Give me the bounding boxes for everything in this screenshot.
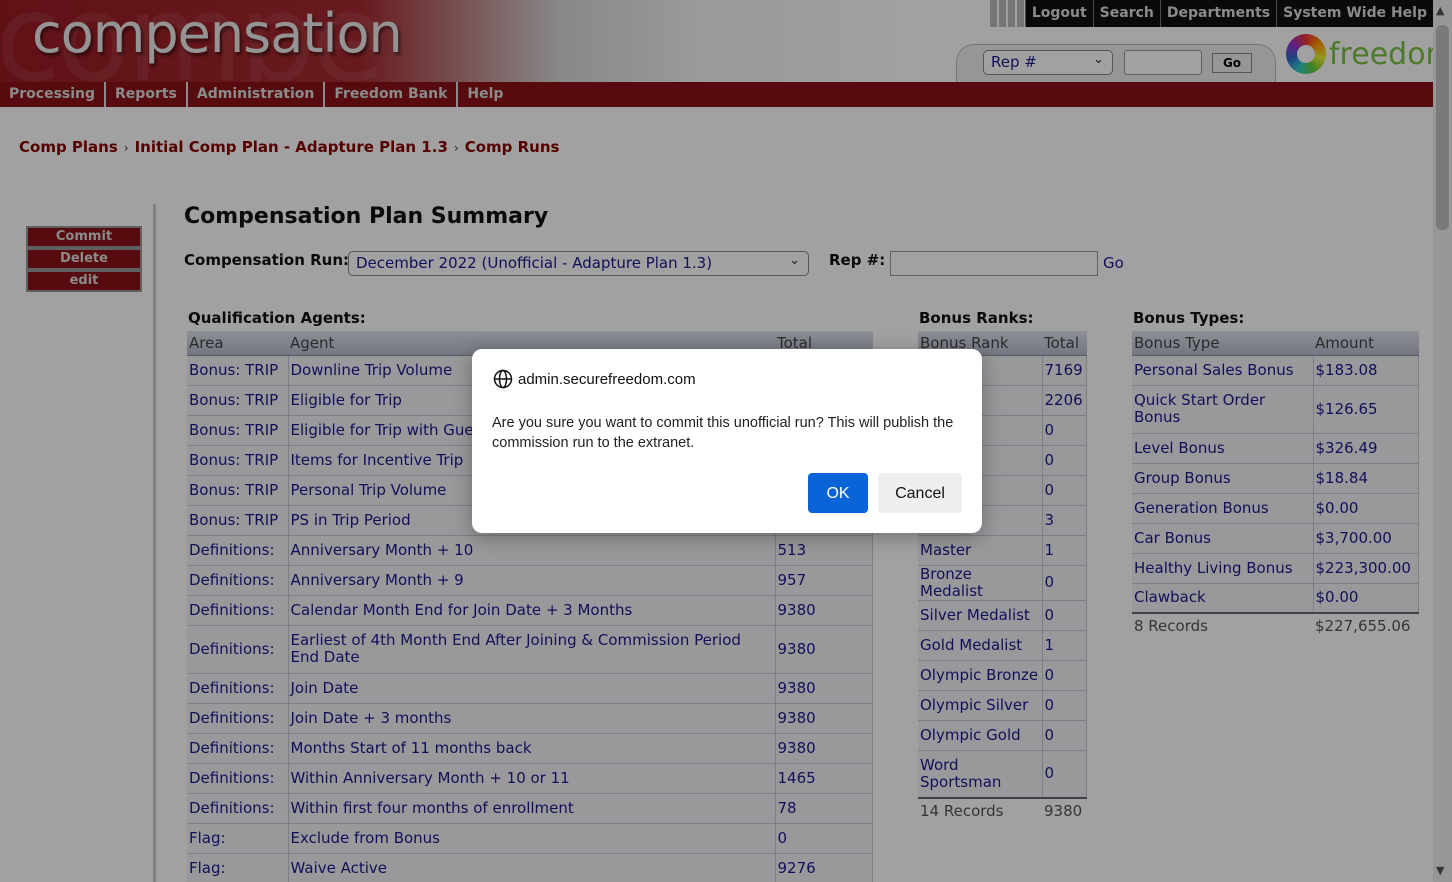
dialog-message: Are you sure you want to commit this uno… [492,415,954,451]
dialog-host: admin.securefreedom.com [493,369,696,389]
globe-icon [493,369,513,389]
ok-button[interactable]: OK [808,473,868,513]
dialog-host-text: admin.securefreedom.com [518,370,696,388]
confirm-dialog: admin.securefreedom.com Are you sure you… [472,349,982,533]
cancel-button[interactable]: Cancel [878,473,962,513]
